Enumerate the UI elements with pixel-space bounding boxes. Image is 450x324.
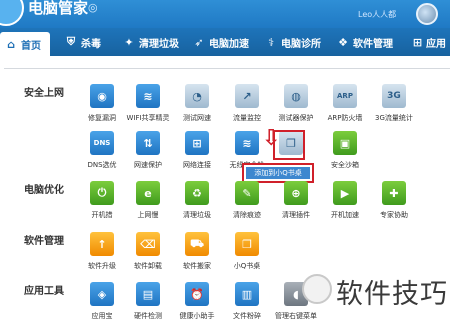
globe-icon: ◍ <box>284 84 308 108</box>
arrow-down-icon: ⇩ <box>262 126 281 151</box>
broom-icon: ✦ <box>124 35 134 49</box>
tab-speedup[interactable]: ➶ 电脑加速 <box>188 28 260 56</box>
tool-software-uninstall[interactable]: ⌫ 软件卸载 <box>125 232 171 271</box>
apps-icon: ⊞ <box>412 35 423 49</box>
app-logo-area: 电脑管家 ◎ <box>0 0 150 28</box>
tab-clean[interactable]: ✦ 清理垃圾 <box>118 28 188 56</box>
watermark-logo-icon <box>302 274 332 304</box>
home-icon: ⌂ <box>7 37 15 51</box>
watermark: 软件技巧 <box>300 262 450 324</box>
tab-antivirus[interactable]: ⛨ 杀毒 <box>60 28 118 56</box>
tool-fix-vulnerability[interactable]: ◉ 修复漏洞 <box>79 84 125 123</box>
alarm-icon: ⏰ <box>185 282 209 306</box>
tab-home[interactable]: ⌂ 首页 <box>0 32 50 56</box>
wifi-shield-icon: ≋ <box>235 131 259 155</box>
expert-icon: ✚ <box>382 181 406 205</box>
tool-expert-help[interactable]: ✚ 专家协助 <box>371 181 417 220</box>
wifi-icon: ≋ <box>136 84 160 108</box>
app-store-icon: ◈ <box>90 282 114 306</box>
tool-software-move[interactable]: ⛟ 软件搬家 <box>174 232 220 271</box>
tool-speed-test[interactable]: ◔ 测试网速 <box>174 84 220 123</box>
add-to-desk-button[interactable]: 添加到小Q书桌 <box>246 167 310 179</box>
dns-icon: DNS <box>90 131 114 155</box>
patch-icon: ◉ <box>90 84 114 108</box>
tool-network-protect[interactable]: ⇅ 网速保护 <box>125 131 171 170</box>
tool-network-connection[interactable]: ⊞ 网络连接 <box>174 131 220 170</box>
tool-boot-speedup[interactable]: ▶ 开机加速 <box>322 181 368 220</box>
tool-slow-internet[interactable]: e 上网慢 <box>125 181 171 220</box>
tool-slow-boot[interactable]: ⏻ 开机措 <box>79 181 125 220</box>
main-tabs: ⌂ 首页 ⛨ 杀毒 ✦ 清理垃圾 ➶ 电脑加速 ⚕ 电脑诊所 ❖ 软件管理 ⊞ … <box>0 28 450 56</box>
section-title-optimize: 电脑优化 <box>24 185 64 196</box>
power-icon: ⏻ <box>90 181 114 205</box>
avatar[interactable] <box>416 3 438 25</box>
3g-icon: 3G <box>382 84 406 108</box>
tab-apps[interactable]: ⊞ 应用 <box>408 28 450 56</box>
speedometer-icon: ◔ <box>185 84 209 108</box>
watermark-text: 软件技巧 <box>336 279 448 310</box>
tool-wifi-share[interactable]: ≋ WIFI共享精灵 <box>125 84 171 123</box>
app-title: 电脑管家 <box>28 0 89 17</box>
tool-traffic-monitor[interactable]: ↗ 流量监控 <box>224 84 270 123</box>
add-to-desk-popup[interactable]: 添加到小Q书桌 <box>242 163 314 183</box>
boost-icon: ▶ <box>333 181 357 205</box>
tab-clinic[interactable]: ⚕ 电脑诊所 <box>260 28 332 56</box>
tool-app-store[interactable]: ◈ 应用宝 <box>79 282 125 321</box>
plugin-icon: ⊕ <box>284 181 308 205</box>
software-icon: ❖ <box>338 35 348 49</box>
hardware-icon: ▤ <box>136 282 160 306</box>
tool-hardware-check[interactable]: ▤ 硬件检测 <box>125 282 171 321</box>
network-icon: ⊞ <box>185 131 209 155</box>
browser-icon: e <box>136 181 160 205</box>
tool-qq-book[interactable]: ❐ 小Q书桌 <box>224 232 270 271</box>
tool-arp-firewall[interactable]: ARP ARP防火墙 <box>322 84 368 123</box>
tool-health-assistant[interactable]: ⏰ 健康小助手 <box>174 282 220 321</box>
section-title-security: 安全上网 <box>24 88 64 99</box>
tab-software[interactable]: ❖ 软件管理 <box>332 28 408 56</box>
shredder-icon: ▥ <box>235 282 259 306</box>
truck-icon: ⛟ <box>185 232 209 256</box>
tool-software-upgrade[interactable]: ↑ 软件升级 <box>79 232 125 271</box>
tool-clean-junk[interactable]: ♻ 清理垃圾 <box>174 181 220 220</box>
trash-icon: ♻ <box>185 181 209 205</box>
tool-3g-traffic[interactable]: 3G 3G流量统计 <box>371 84 417 123</box>
upgrade-icon: ↑ <box>90 232 114 256</box>
tool-clear-traces[interactable]: ✎ 清除痕迹 <box>224 181 270 220</box>
tool-clean-plugins[interactable]: ⊕ 清理插件 <box>273 181 319 220</box>
title-bar: 电脑管家 ◎ Leo人人都 <box>0 0 450 28</box>
stethoscope-icon: ⚕ <box>268 35 274 49</box>
tool-sandbox[interactable]: ▣ 安全沙箱 <box>322 131 368 170</box>
tool-dns-optimize[interactable]: DNS DNS选优 <box>79 131 125 170</box>
arp-icon: ARP <box>333 84 357 108</box>
network-shield-icon: ⇅ <box>136 131 160 155</box>
section-title-software: 软件管理 <box>24 236 64 247</box>
sandbox-icon: ▣ <box>333 131 357 155</box>
qq-guard-icon <box>0 0 24 26</box>
uninstall-icon: ⌫ <box>136 232 160 256</box>
eraser-icon: ✎ <box>235 181 259 205</box>
section-title-tools: 应用工具 <box>24 286 64 297</box>
tool-file-shredder[interactable]: ▥ 文件粉碎 <box>224 282 270 321</box>
tool-browser-protect[interactable]: ◍ 测试器保护 <box>273 84 319 123</box>
book-icon: ❐ <box>235 232 259 256</box>
shield-icon: ⛨ <box>66 35 76 48</box>
traffic-chart-icon: ↗ <box>235 84 259 108</box>
user-name[interactable]: Leo人人都 <box>358 9 396 20</box>
rocket-icon: ➶ <box>194 35 204 49</box>
app-logo-symbol: ◎ <box>88 1 98 14</box>
